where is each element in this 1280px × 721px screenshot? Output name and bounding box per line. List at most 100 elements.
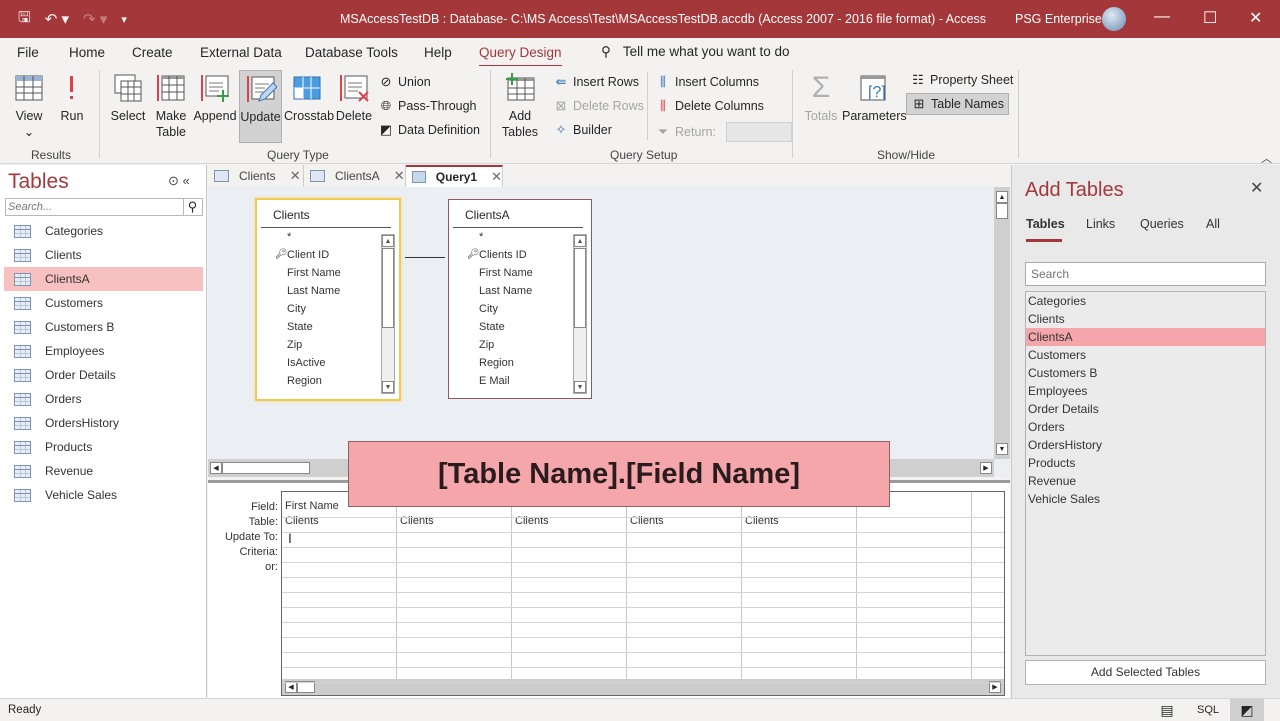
select-query-button[interactable]: Select <box>108 72 148 124</box>
field-cell[interactable]: First Name <box>285 500 339 512</box>
crosstab-button[interactable]: Crosstab <box>284 72 334 124</box>
nav-item[interactable]: Categories <box>4 219 203 243</box>
search-icon[interactable]: ⚲ <box>183 198 201 216</box>
collapse-ribbon-icon[interactable]: ︿ <box>1261 150 1272 166</box>
save-icon[interactable]: 🖫 <box>18 7 31 32</box>
pass-through-button[interactable]: 🌐︎ Pass-Through <box>378 98 477 114</box>
insert-rows-button[interactable]: ⇚ Insert Rows <box>553 74 639 90</box>
return-dropdown[interactable] <box>726 122 792 142</box>
pane-tab-queries[interactable]: Queries <box>1140 217 1184 231</box>
table-names-button[interactable]: ⊞ Table Names <box>906 93 1009 115</box>
delete-query-button[interactable]: Delete <box>334 72 374 124</box>
pane-list-item[interactable]: Revenue <box>1026 472 1265 490</box>
close-icon[interactable]: ✕ <box>1250 178 1263 198</box>
scroll-down-icon[interactable]: ▼ <box>574 381 586 393</box>
pane-list-item[interactable]: Customers B <box>1026 364 1265 382</box>
pane-tab-all[interactable]: All <box>1206 217 1220 231</box>
pane-list-item[interactable]: Customers <box>1026 346 1265 364</box>
union-button[interactable]: ⊘ Union <box>378 74 431 90</box>
nav-item[interactable]: Revenue <box>4 459 203 483</box>
field-item[interactable]: Region <box>449 354 591 372</box>
pane-tab-tables[interactable]: Tables <box>1026 217 1065 242</box>
field-item[interactable]: City <box>449 300 591 318</box>
pane-list-item[interactable]: Employees <box>1026 382 1265 400</box>
field-item[interactable]: Last Name <box>257 282 399 300</box>
doc-tab-clients[interactable]: Clients ✕ <box>208 165 304 187</box>
scroll-thumb[interactable] <box>222 462 310 474</box>
customize-qat-icon[interactable]: ▾ <box>121 13 127 26</box>
tell-me-search[interactable]: ⚲ Tell me what you want to do <box>601 44 789 60</box>
scroll-right-icon[interactable]: ▶ <box>980 462 992 474</box>
nav-item[interactable]: Vehicle Sales <box>4 483 203 507</box>
field-list-clients[interactable]: Clients * 🔑︎ Client ID First Name Last Name C… <box>255 198 401 401</box>
field-item[interactable]: First Name <box>449 264 591 282</box>
field-item[interactable]: 🔑︎ Client ID <box>257 246 399 264</box>
update-button[interactable]: Update <box>239 70 282 143</box>
builder-button[interactable]: ✧ Builder <box>553 122 612 138</box>
scroll-up-icon[interactable]: ▲ <box>996 191 1008 203</box>
doc-tab-query1[interactable]: Query1 ✕ <box>406 165 503 187</box>
pane-list-item[interactable]: Vehicle Sales <box>1026 490 1265 508</box>
tab-help[interactable]: Help <box>424 45 452 60</box>
undo-icon[interactable]: ↶ ▾ <box>45 10 69 28</box>
parameters-button[interactable]: [?] Parameters <box>842 72 907 124</box>
pane-list-item[interactable]: Categories <box>1026 292 1265 310</box>
user-name[interactable]: PSG Enterprises <box>1015 12 1108 26</box>
scroll-thumb[interactable] <box>382 248 394 328</box>
nav-item[interactable]: Products <box>4 435 203 459</box>
nav-item[interactable]: Customers B <box>4 315 203 339</box>
pane-list-item[interactable]: Clients <box>1026 310 1265 328</box>
close-button[interactable]: ✕ <box>1249 8 1262 28</box>
scroll-thumb[interactable] <box>574 248 586 328</box>
field-item[interactable]: First Name <box>257 264 399 282</box>
field-item[interactable]: Region <box>257 372 399 390</box>
vertical-scrollbar[interactable]: ▲ ▼ <box>994 187 1010 459</box>
avatar[interactable] <box>1102 7 1126 31</box>
doc-tab-clientsa[interactable]: ClientsA ✕ <box>304 165 406 187</box>
data-definition-button[interactable]: ◩ Data Definition <box>378 122 480 138</box>
tab-query-design[interactable]: Query Design <box>479 45 562 68</box>
totals-button[interactable]: Σ Totals <box>803 72 839 124</box>
grid-column[interactable]: First Name Clients <box>282 492 397 682</box>
pane-list-item[interactable]: Order Details <box>1026 400 1265 418</box>
insert-columns-button[interactable]: ⫼ Insert Columns <box>655 74 759 90</box>
field-item[interactable]: * <box>257 228 399 246</box>
add-selected-tables-button[interactable]: Add Selected Tables <box>1025 660 1266 685</box>
pane-list-item[interactable]: OrdersHistory <box>1026 436 1265 454</box>
close-icon[interactable]: ✕ <box>290 168 301 184</box>
pane-list-item[interactable]: ClientsA <box>1026 328 1265 346</box>
field-item[interactable]: 🔑︎ Clients ID <box>449 246 591 264</box>
join-line[interactable] <box>405 257 445 258</box>
nav-search-input[interactable] <box>6 199 182 215</box>
scroll-down-icon[interactable]: ▼ <box>996 443 1008 455</box>
sql-view-button[interactable]: SQL <box>1191 699 1225 721</box>
scroll-up-icon[interactable]: ▲ <box>574 235 586 247</box>
field-item[interactable]: Zip <box>449 336 591 354</box>
pane-list-item[interactable]: Orders <box>1026 418 1265 436</box>
close-icon[interactable]: ✕ <box>491 169 502 185</box>
maximize-button[interactable]: ☐ <box>1203 8 1217 28</box>
datasheet-view-icon[interactable]: ▤ <box>1150 699 1184 721</box>
pane-list-item[interactable]: Products <box>1026 454 1265 472</box>
grid-column[interactable] <box>857 492 972 682</box>
field-item[interactable]: Zip <box>257 336 399 354</box>
nav-item[interactable]: Order Details <box>4 363 203 387</box>
minimize-button[interactable]: — <box>1154 8 1170 26</box>
pane-search-input[interactable] <box>1026 263 1265 285</box>
run-button[interactable]: Run <box>56 72 88 124</box>
field-item[interactable]: State <box>449 318 591 336</box>
scroll-up-icon[interactable]: ▲ <box>382 235 394 247</box>
grid-column[interactable]: Clients <box>512 492 627 682</box>
scroll-thumb[interactable] <box>996 203 1008 219</box>
nav-item[interactable]: OrdersHistory <box>4 411 203 435</box>
tab-home[interactable]: Home <box>69 45 105 60</box>
make-table-button[interactable]: Make Table <box>151 72 191 140</box>
field-item[interactable]: E Mail <box>449 372 591 390</box>
delete-rows-button[interactable]: ⊠ Delete Rows <box>553 98 644 114</box>
field-list-scrollbar[interactable]: ▲ ▼ <box>573 234 587 394</box>
grid-column[interactable]: Clients <box>627 492 742 682</box>
grid-column[interactable]: Clients <box>742 492 857 682</box>
delete-columns-button[interactable]: ⫼ Delete Columns <box>655 98 764 114</box>
tab-file[interactable]: File <box>17 45 39 60</box>
add-tables-button[interactable]: Add Tables <box>500 72 540 140</box>
